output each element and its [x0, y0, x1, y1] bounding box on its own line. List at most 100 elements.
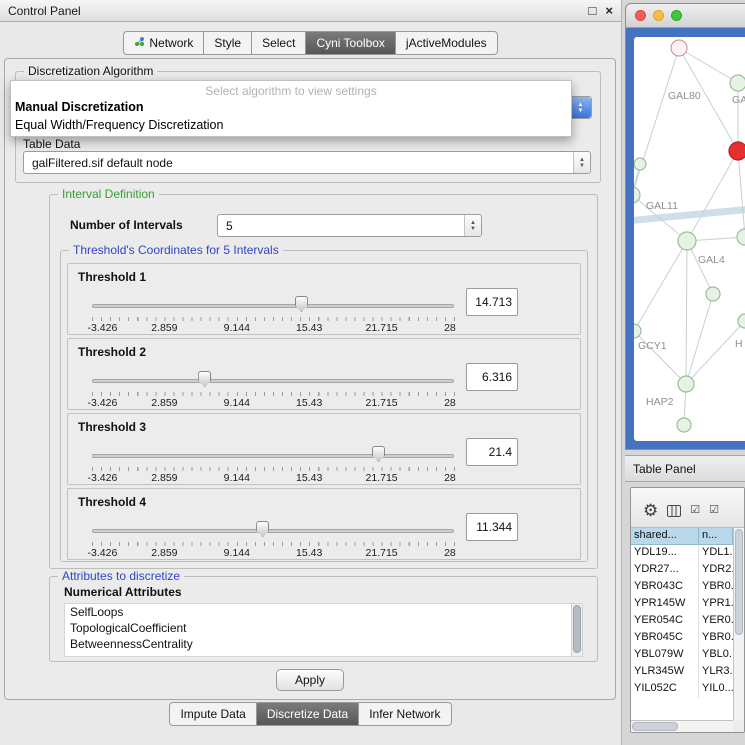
column-header-shared-name[interactable]: shared... [631, 528, 699, 545]
threshold-3-slider[interactable] [92, 448, 454, 464]
network-edge[interactable] [687, 151, 738, 241]
network-edge[interactable] [686, 294, 713, 384]
combobox-stepper-icon[interactable]: ▲▼ [570, 97, 591, 118]
gear-icon[interactable]: ⚙ [643, 502, 658, 519]
network-graph[interactable]: GAL80GAGAL11GAL4GCY1HAP2H [634, 37, 745, 441]
table-horizontal-scrollbar[interactable] [631, 720, 733, 732]
tab-network[interactable]: Network [124, 32, 203, 54]
table-panel-titlebar[interactable]: Table Panel [625, 455, 745, 482]
network-node[interactable] [706, 287, 720, 301]
close-traffic-light[interactable] [635, 10, 646, 21]
network-node[interactable] [729, 142, 745, 160]
columns-icon[interactable] [667, 505, 681, 517]
attributes-scrollbar[interactable] [571, 604, 582, 656]
scrollbar-thumb[interactable] [735, 529, 743, 635]
tab-jactivemodules[interactable]: jActiveModules [395, 32, 497, 54]
float-window-icon[interactable]: □ [589, 4, 597, 17]
combobox-stepper-icon[interactable]: ▲▼ [464, 215, 481, 236]
scrollbar-thumb[interactable] [632, 722, 678, 731]
zoom-traffic-light[interactable] [671, 10, 682, 21]
dropdown-option-manual[interactable]: Manual Discretization [11, 98, 571, 116]
table-cell[interactable]: YLR345W [631, 664, 699, 681]
table-row[interactable]: YPR145WYPR1... [631, 596, 733, 613]
minimize-traffic-light[interactable] [653, 10, 664, 21]
table-cell[interactable]: YBR0... [699, 579, 733, 596]
table-cell[interactable]: YER0... [699, 613, 733, 630]
network-node[interactable] [678, 232, 696, 250]
table-cell[interactable]: YBR045C [631, 630, 699, 647]
dropdown-option-equal-width[interactable]: Equal Width/Frequency Discretization [11, 116, 571, 134]
threshold-4-value-field[interactable]: 11.344 [466, 513, 518, 541]
tab-style[interactable]: Style [203, 32, 251, 54]
network-edge[interactable] [634, 241, 687, 331]
table-row[interactable]: YDL19...YDL1... [631, 545, 733, 562]
slider-knob[interactable] [372, 446, 385, 462]
network-edge[interactable] [679, 48, 738, 83]
threshold-4-slider[interactable] [92, 523, 454, 539]
threshold-2-slider[interactable] [92, 373, 454, 389]
network-edge[interactable] [634, 48, 679, 195]
list-item[interactable]: TopologicalCoefficient [65, 620, 582, 636]
table-cell[interactable]: YDR2... [699, 562, 733, 579]
apply-button[interactable]: Apply [276, 669, 344, 691]
table-cell[interactable]: YDL1... [699, 545, 733, 562]
network-node[interactable] [671, 40, 687, 56]
network-node[interactable] [737, 229, 745, 245]
close-window-icon[interactable]: × [605, 4, 613, 17]
table-cell[interactable]: YBR043C [631, 579, 699, 596]
table-cell[interactable]: YPR1... [699, 596, 733, 613]
table-cell[interactable]: YBL079W [631, 647, 699, 664]
table-cell[interactable]: YBL0... [699, 647, 733, 664]
tab-impute-data[interactable]: Impute Data [170, 703, 255, 725]
select-all-icon[interactable]: ☑ [690, 505, 700, 516]
table-row[interactable]: YER054CYER0... [631, 613, 733, 630]
slider-knob[interactable] [198, 371, 211, 387]
combobox-stepper-icon[interactable]: ▲▼ [573, 152, 590, 173]
network-edge[interactable] [634, 331, 686, 384]
table-cell[interactable]: YPR145W [631, 596, 699, 613]
table-row[interactable]: YBL079WYBL0... [631, 647, 733, 664]
network-canvas[interactable]: GAL80GAGAL11GAL4GCY1HAP2H [634, 37, 745, 441]
table-cell[interactable]: YBR0... [699, 630, 733, 647]
threshold-3-value-field[interactable]: 21.4 [466, 438, 518, 466]
scrollbar-thumb[interactable] [573, 605, 581, 653]
table-row[interactable]: YIL052CYIL0... [631, 681, 733, 698]
table-row[interactable]: YBR045CYBR0... [631, 630, 733, 647]
table-cell[interactable]: YER054C [631, 613, 699, 630]
table-vertical-scrollbar[interactable] [733, 528, 744, 720]
table-cell[interactable]: YDL19... [631, 545, 699, 562]
tab-select[interactable]: Select [251, 32, 305, 54]
number-of-intervals-combobox[interactable]: 5 ▲▼ [217, 214, 482, 237]
network-node[interactable] [634, 158, 646, 170]
slider-track[interactable] [92, 529, 454, 533]
table-cell[interactable]: YLR3... [699, 664, 733, 681]
tab-cyni-toolbox[interactable]: Cyni Toolbox [305, 32, 394, 54]
slider-track[interactable] [92, 379, 454, 383]
list-item[interactable]: BetweennessCentrality [65, 636, 582, 652]
threshold-1-slider[interactable] [92, 298, 454, 314]
network-node[interactable] [738, 314, 745, 328]
slider-knob[interactable] [256, 521, 269, 537]
tab-infer-network[interactable]: Infer Network [358, 703, 450, 725]
unselect-all-icon[interactable]: ☑ [709, 505, 719, 516]
slider-track[interactable] [92, 454, 454, 458]
table-row[interactable]: YDR27...YDR2... [631, 562, 733, 579]
network-edge[interactable] [738, 151, 745, 237]
network-edge[interactable] [686, 241, 687, 384]
table-row[interactable]: YLR345WYLR3... [631, 664, 733, 681]
table-data-combobox[interactable]: galFiltered.sif default node ▲▼ [23, 151, 591, 174]
network-node[interactable] [678, 376, 694, 392]
table-cell[interactable]: YIL052C [631, 681, 699, 698]
table-cell[interactable]: YDR27... [631, 562, 699, 579]
threshold-1-value-field[interactable]: 14.713 [466, 288, 518, 316]
table-row[interactable]: YBR043CYBR0... [631, 579, 733, 596]
attributes-list[interactable]: SelfLoops TopologicalCoefficient Between… [64, 603, 583, 657]
slider-knob[interactable] [295, 296, 308, 312]
list-item[interactable]: SelfLoops [65, 604, 582, 620]
column-header-name[interactable]: n... [699, 528, 733, 545]
slider-track[interactable] [92, 304, 454, 308]
table-cell[interactable]: YIL0... [699, 681, 733, 698]
network-node[interactable] [677, 418, 691, 432]
network-edge[interactable] [686, 321, 745, 384]
network-node[interactable] [634, 324, 641, 338]
